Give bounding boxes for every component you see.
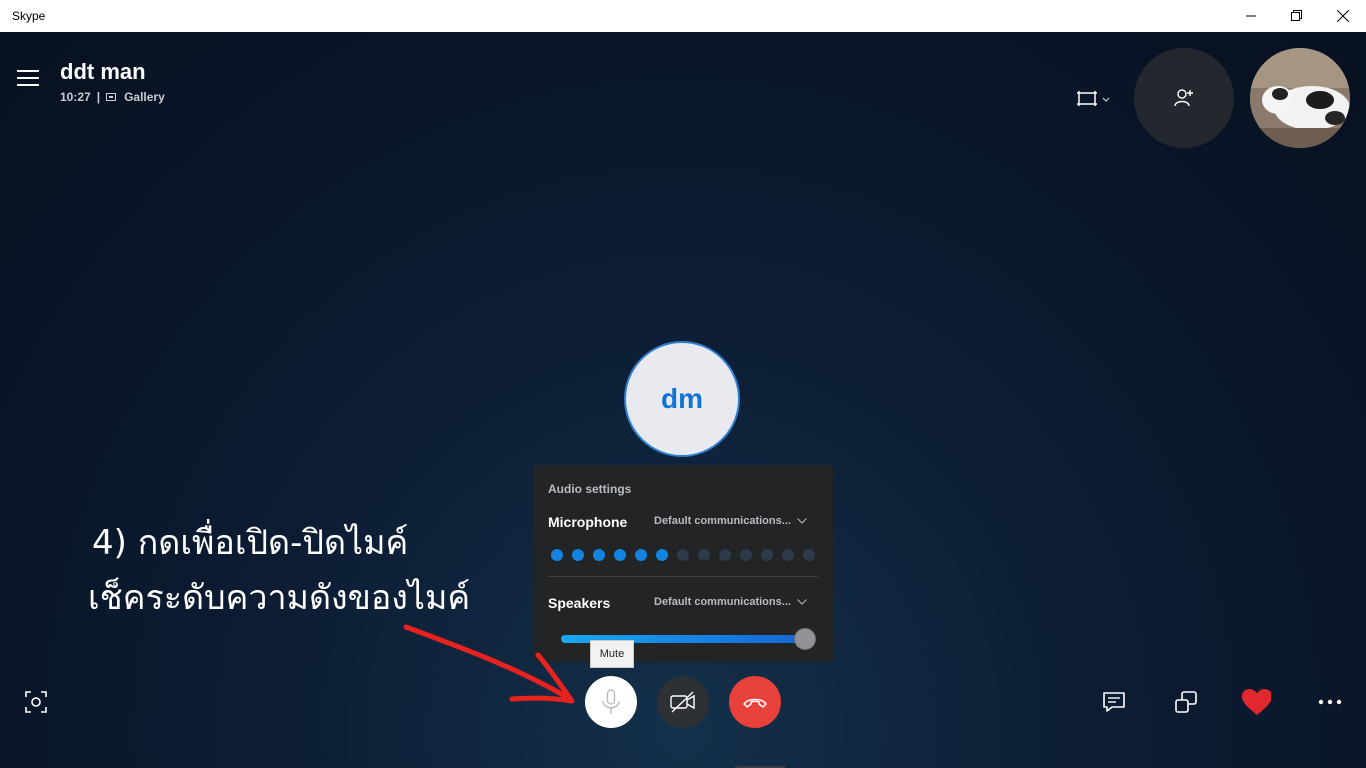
mic-level-dot (614, 549, 626, 561)
mute-button[interactable] (585, 676, 637, 728)
share-screen-icon (1175, 691, 1197, 713)
mic-level-dot (551, 549, 563, 561)
mic-level-dot (740, 549, 752, 561)
contact-name: ddt man (60, 59, 146, 84)
react-button[interactable] (1241, 687, 1271, 717)
window-titlebar: Skype (0, 0, 1366, 32)
hang-up-icon (743, 698, 767, 708)
participant-avatar[interactable]: dm (624, 341, 740, 457)
hamburger-icon[interactable] (17, 70, 39, 90)
microphone-icon (602, 689, 620, 714)
call-stage: ddt man 10:27 | Gallery dm Audio setting… (0, 32, 1366, 768)
mic-level-dot (572, 549, 584, 561)
mic-level-dot (719, 549, 731, 561)
add-people-button[interactable] (1134, 48, 1234, 148)
close-icon (1337, 10, 1349, 22)
mic-level-dot (698, 549, 710, 561)
mic-level-dot (782, 549, 794, 561)
chevron-down-icon (797, 599, 807, 605)
divider (548, 576, 818, 577)
add-person-icon (1174, 89, 1193, 107)
restore-icon (1291, 10, 1302, 21)
self-video-preview[interactable] (1250, 48, 1350, 148)
minimize-icon (1246, 15, 1256, 17)
microphone-device: Default communications... (654, 515, 791, 527)
more-options-icon (1318, 699, 1342, 705)
annotation-line-1: 4) กดเพื่อเปิด-ปิดไมค์ (92, 523, 409, 563)
video-toggle-button[interactable] (657, 676, 709, 728)
snapshot-icon (25, 691, 47, 713)
speakers-device: Default communications... (654, 596, 791, 608)
restore-button[interactable] (1274, 0, 1320, 32)
participant-initials: dm (661, 383, 703, 414)
mic-level-dot (593, 549, 605, 561)
snapshot-button[interactable] (21, 687, 51, 717)
mic-level-dot (761, 549, 773, 561)
gallery-icon (106, 93, 117, 101)
audio-settings-title: Audio settings (548, 482, 632, 496)
view-mode[interactable]: Gallery (124, 90, 165, 104)
speaker-volume-thumb[interactable] (794, 628, 816, 650)
view-layout-button[interactable] (1076, 88, 1112, 110)
chat-button[interactable] (1099, 687, 1129, 717)
chevron-down-icon (797, 518, 807, 524)
annotation-arrow (403, 624, 575, 704)
mic-level-dot (635, 549, 647, 561)
minimize-button[interactable] (1228, 0, 1274, 32)
share-screen-button[interactable] (1171, 687, 1201, 717)
close-button[interactable] (1320, 0, 1366, 32)
speakers-label: Speakers (548, 595, 611, 611)
separator: | (96, 90, 101, 104)
more-options-button[interactable] (1315, 687, 1345, 717)
layout-icon (1077, 91, 1110, 106)
microphone-select[interactable]: Default communications... (654, 515, 807, 527)
end-call-button[interactable] (729, 676, 781, 728)
app-title: Skype (12, 9, 46, 23)
chat-icon (1103, 692, 1125, 712)
mic-level-meter (551, 549, 815, 561)
speakers-select[interactable]: Default communications... (654, 596, 807, 608)
call-duration: 10:27 (60, 90, 91, 104)
call-info: 10:27 | Gallery (60, 90, 165, 104)
video-off-icon (670, 691, 695, 713)
mute-tooltip: Mute (590, 640, 634, 668)
mic-level-dot (803, 549, 815, 561)
self-video-image (1250, 48, 1350, 148)
heart-icon (1242, 689, 1271, 715)
mic-level-dot (677, 549, 689, 561)
microphone-label: Microphone (548, 514, 628, 530)
mic-level-dot (656, 549, 668, 561)
